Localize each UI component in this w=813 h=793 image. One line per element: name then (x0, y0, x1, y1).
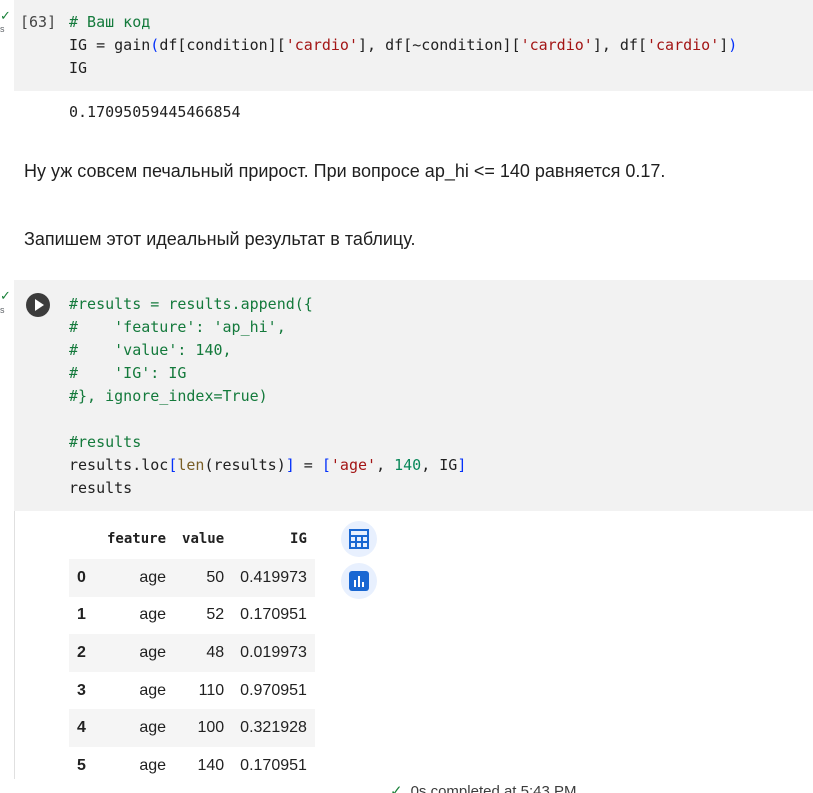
table-cell: 0.321928 (240, 719, 307, 737)
convert-to-interactive-table-button[interactable] (341, 521, 377, 557)
column-header-value[interactable]: value (174, 519, 232, 559)
code-line: IG (69, 59, 88, 77)
code-line: # 'feature': 'ap_hi', (69, 318, 286, 336)
dataframe-table: feature value IG 0 age 50 0.419973 1 age 52 0.1… (69, 519, 315, 785)
table-cell: 0.019973 (240, 643, 307, 661)
cell-run-time-label: s (0, 24, 5, 34)
code-line: # 'value': 140, (69, 341, 232, 359)
row-index: 2 (77, 643, 86, 661)
status-text: 0s completed at 5:43 PM (410, 783, 577, 793)
status-check-icon: ✓ (390, 783, 403, 793)
table-cell: age (139, 756, 167, 774)
column-header-feature[interactable]: feature (99, 519, 174, 559)
execution-count: [63] (20, 13, 57, 31)
table-cell: age (139, 568, 167, 586)
index-header (69, 519, 99, 559)
table-cell: 0.170951 (240, 606, 307, 624)
table-cell: 0.419973 (240, 568, 307, 586)
table-cell: 48 (206, 643, 225, 661)
row-index: 3 (77, 681, 86, 699)
table-cell: age (139, 606, 167, 624)
code-line: results.loc[len(results)] = ['age', 140,… (69, 456, 467, 474)
bar-chart-icon (349, 571, 369, 591)
table-cell: 0.170951 (240, 756, 307, 774)
row-index: 0 (77, 568, 86, 586)
table-cell: age (139, 719, 167, 737)
table-row: 2 age 48 0.019973 (69, 634, 315, 672)
code-line: results (69, 479, 133, 497)
code-cell-2-source[interactable]: #results = results.append({ # 'feature': … (69, 293, 466, 500)
column-header-ig[interactable]: IG (232, 519, 315, 559)
table-cell: 52 (206, 606, 225, 624)
play-icon[interactable] (26, 293, 50, 317)
table-row: 4 age 100 0.321928 (69, 709, 315, 747)
code-line: IG = gain(df[condition]['cardio'], df[~c… (69, 36, 738, 54)
code-line: # 'IG': IG (69, 364, 187, 382)
row-index: 5 (77, 756, 86, 774)
table-cell: 50 (206, 568, 225, 586)
cell-1-output: 0.17095059445466854 (69, 103, 241, 121)
code-line: #results = results.append({ (69, 295, 313, 313)
code-line: #}, ignore_index=True) (69, 387, 268, 405)
code-cell-1-source[interactable]: # Ваш код IG = gain(df[condition]['cardio… (69, 11, 737, 80)
table-cell: age (139, 643, 167, 661)
table-icon (349, 529, 369, 549)
cell-status-check-icon: ✓ (0, 8, 11, 23)
table-row: 5 age 140 0.170951 (69, 746, 315, 785)
cell-2-run-time-label: s (0, 305, 5, 315)
table-cell: 100 (197, 719, 225, 737)
table-cell: 110 (198, 681, 225, 699)
row-index: 1 (77, 606, 86, 624)
table-cell: 0.970951 (240, 681, 307, 699)
dataframe-header-row: feature value IG (69, 519, 315, 559)
suggest-charts-button[interactable] (341, 563, 377, 599)
table-row: 0 age 50 0.419973 (69, 559, 315, 597)
table-cell: age (139, 681, 167, 699)
table-row: 1 age 52 0.170951 (69, 596, 315, 635)
cell-2-status-check-icon: ✓ (0, 288, 11, 303)
markdown-text-2: Запишем этот идеальный результат в табли… (24, 229, 416, 249)
markdown-text-1: Ну уж совсем печальный прирост. При вопр… (24, 161, 666, 181)
row-index: 4 (77, 719, 86, 737)
code-line: # Ваш код (69, 13, 151, 31)
code-line: #results (69, 433, 142, 451)
status-bar: ✓ 0s completed at 5:43 PM (390, 782, 577, 793)
table-row: 3 age 110 0.970951 (69, 671, 315, 710)
table-cell: 140 (197, 756, 225, 774)
